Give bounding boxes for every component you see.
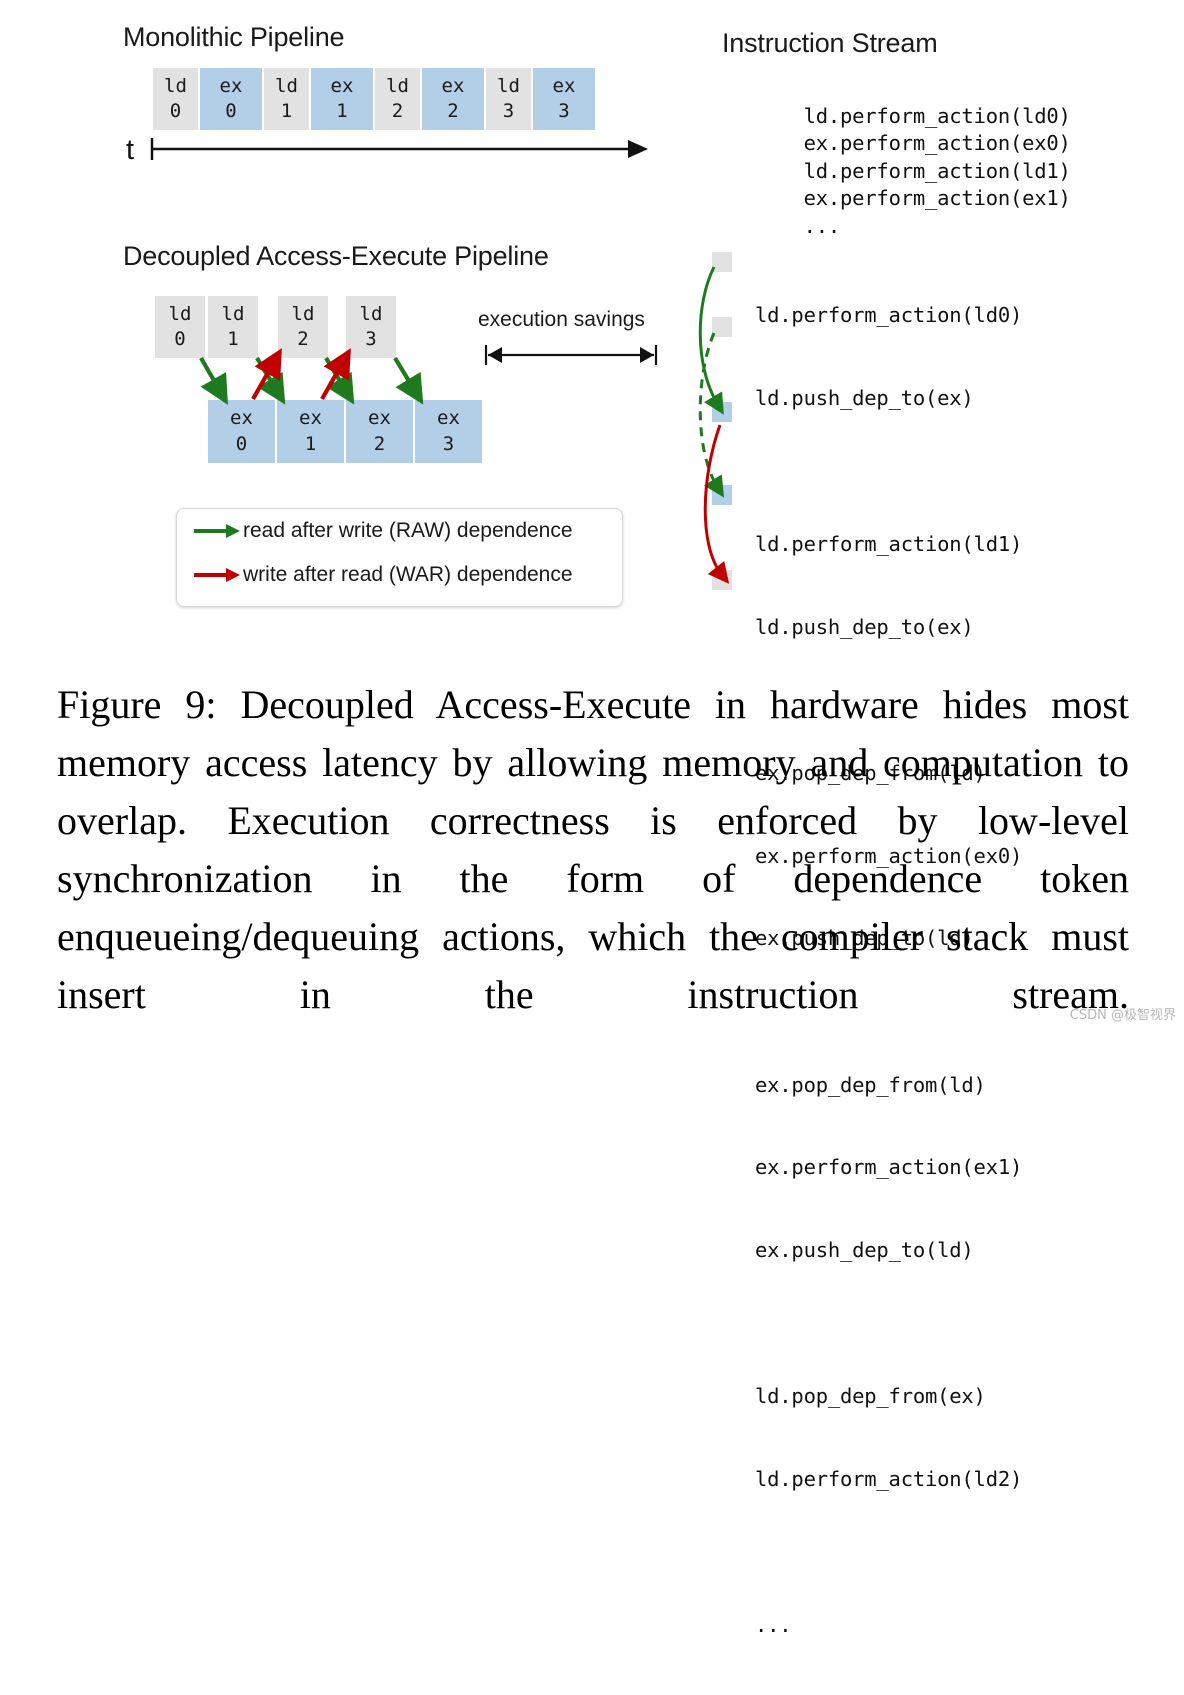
dae-block-ld-3-index: 3	[365, 328, 377, 350]
mono-code-line-1: ex.perform_action(ex0)	[803, 131, 1071, 155]
dae-code-line-3-2: ex.push_dep_to(ld)	[755, 1237, 974, 1262]
dae-code-line-1-0: ld.perform_action(ld1)	[755, 532, 1023, 556]
execution-savings-label: execution savings	[478, 308, 645, 331]
dependence-arrows-group	[199, 348, 424, 405]
dae-code-line-4-0: ld.pop_dep_from(ex)	[755, 1384, 986, 1408]
dae-code-line-4-1: ld.perform_action(ld2)	[755, 1466, 1023, 1491]
dae-block-ld-0: ld 0	[155, 296, 205, 358]
dae-block-ld-3: ld 3	[346, 296, 396, 358]
stream-war-arrow-ex0-ld2	[703, 424, 730, 584]
mono-block-ex-2-name: ex	[441, 74, 465, 97]
war-legend-arrow-icon	[194, 568, 240, 582]
mono-block-ex-1-name: ex	[330, 74, 354, 97]
mono-block-ex-3: ex 3	[533, 68, 595, 130]
mono-block-ld-2-index: 2	[391, 100, 404, 122]
dae-block-ld-3-name: ld	[359, 302, 383, 325]
dae-block-ld-1-name: ld	[221, 302, 245, 325]
mono-code-line-4: ...	[803, 213, 841, 238]
watermark: CSDN @极智视界	[1069, 1008, 1176, 1023]
code-gap-0	[755, 467, 1022, 476]
monolithic-pipeline-title: Monolithic Pipeline	[123, 22, 345, 52]
dae-block-ld-0-name: ld	[168, 302, 192, 325]
execution-savings-measure-arrow	[484, 345, 658, 365]
mono-block-ex-2: ex 2	[422, 68, 484, 130]
raw-legend-arrow-icon	[194, 524, 240, 538]
dae-block-ld-1: ld 1	[208, 296, 258, 358]
mono-block-ex-2-index: 2	[447, 100, 459, 122]
code-gap-4	[755, 1548, 1022, 1557]
time-axis-arrow	[150, 138, 648, 160]
dae-block-ex-2-index: 2	[373, 432, 386, 455]
war-legend-label: write after read (WAR) dependence	[243, 563, 573, 586]
figure-caption: Figure 9: Decoupled Access-Execute in ha…	[57, 682, 1129, 1017]
dae-block-ld-0-index: 0	[174, 328, 186, 350]
mono-block-ld-3-index: 3	[502, 100, 515, 122]
dae-block-ex-0: ex 0	[208, 400, 275, 463]
mono-block-ex-1: ex 1	[311, 68, 373, 130]
dae-block-ex-3: ex 3	[415, 400, 482, 463]
mono-block-ld-1-index: 1	[280, 100, 293, 122]
mono-code-line-3: ex.perform_action(ex1)	[803, 186, 1071, 210]
dae-code-line-3-1: ex.perform_action(ex1)	[755, 1155, 1023, 1179]
mono-block-ld-3: ld 3	[486, 68, 531, 130]
dae-block-ex-0-index: 0	[235, 432, 248, 455]
mono-block-ld-0-index: 0	[169, 100, 182, 122]
monolithic-instruction-stream: ld.perform_action(ld0) ex.perform_action…	[755, 75, 1071, 268]
mono-block-ex-0: ex 0	[200, 68, 262, 130]
mono-block-ld-2-name: ld	[386, 74, 409, 97]
mono-block-ex-1-index: 1	[336, 100, 348, 122]
instruction-stream-title: Instruction Stream	[722, 28, 938, 58]
raw-arrow-ld3-ex3	[393, 356, 424, 405]
mono-block-ex-3-name: ex	[552, 74, 576, 97]
time-axis-label: t	[126, 134, 135, 166]
dae-code-line-0-1: ld.push_dep_to(ex)	[755, 385, 974, 410]
code-gap-3	[755, 1319, 1022, 1328]
mono-block-ld-0: ld 0	[153, 68, 198, 130]
dae-code-line-5-0: ...	[755, 1613, 792, 1637]
dae-block-ex-3-index: 3	[442, 432, 455, 455]
dae-block-ex-1-index: 1	[304, 432, 317, 455]
stream-dependence-arrows	[698, 266, 730, 584]
mono-block-ex-0-name: ex	[219, 74, 243, 97]
mono-block-ld-1-name: ld	[275, 74, 298, 97]
dae-code-line-1-1: ld.push_dep_to(ex)	[755, 614, 974, 639]
dae-block-ld-1-index: 1	[227, 328, 239, 350]
dae-block-ld-2-index: 2	[297, 328, 309, 350]
mono-block-ld-1: ld 1	[264, 68, 309, 130]
mono-block-ex-0-index: 0	[225, 100, 237, 122]
dae-block-ld-2-name: ld	[291, 302, 315, 325]
mono-block-ld-3-name: ld	[497, 74, 520, 97]
raw-arrow-ld0-ex0	[199, 356, 228, 405]
dae-block-ex-3-name: ex	[437, 407, 460, 430]
dae-block-ex-2: ex 2	[346, 400, 413, 463]
dae-block-ex-2-name: ex	[368, 407, 391, 430]
decoupled-pipeline-title: Decoupled Access-Execute Pipeline	[123, 241, 549, 271]
raw-legend-label: read after write (RAW) dependence	[243, 519, 573, 542]
mono-code-line-2: ld.perform_action(ld1)	[803, 158, 1071, 183]
mono-block-ld-2: ld 2	[375, 68, 420, 130]
dae-block-ex-1: ex 1	[277, 400, 344, 463]
mono-block-ld-0-name: ld	[164, 74, 187, 97]
mono-block-ex-3-index: 3	[558, 100, 570, 122]
dae-block-ld-2: ld 2	[278, 296, 328, 358]
mono-code-line-0: ld.perform_action(ld0)	[803, 103, 1071, 128]
figure-9-diagram: Monolithic Pipeline ld 0 ex 0 ld 1 ex 1 …	[0, 0, 1184, 1637]
dae-code-line-0-0: ld.perform_action(ld0)	[755, 303, 1023, 327]
dae-block-ex-1-name: ex	[299, 407, 322, 430]
dae-block-ex-0-name: ex	[230, 407, 253, 430]
